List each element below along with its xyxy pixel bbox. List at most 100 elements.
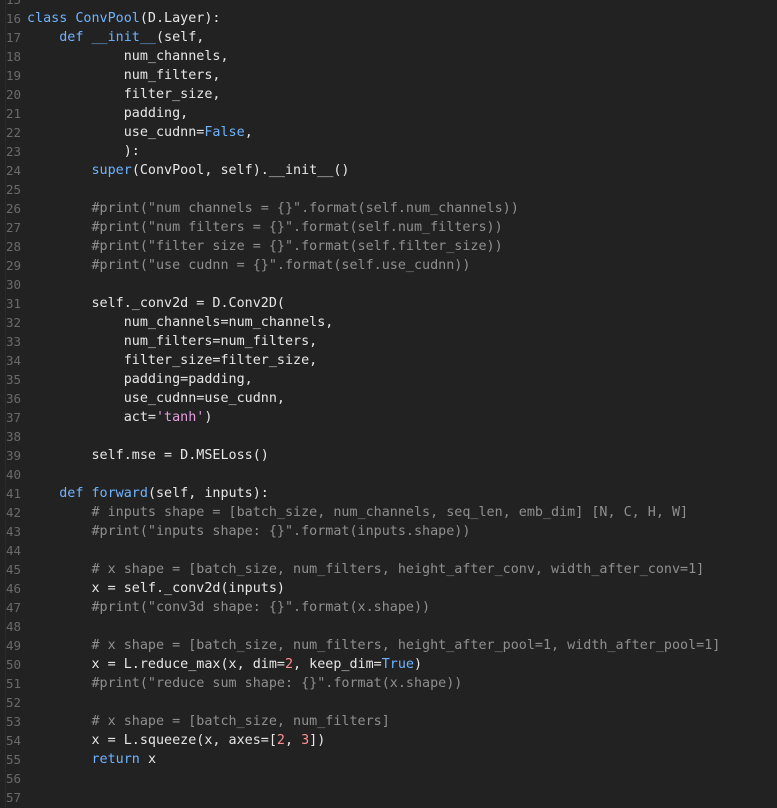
- code-token: __init__: [91, 30, 157, 45]
- code-line[interactable]: 50 x = L.reduce_max(x, dim=2, keep_dim=T…: [0, 655, 777, 674]
- code-token: #print("conv3d shape: {}".format(x.shape…: [27, 600, 431, 615]
- code-token: 2: [284, 657, 294, 672]
- code-line[interactable]: 30: [0, 275, 777, 294]
- code-text: #print("use cudnn = {}".format(self.use_…: [27, 256, 470, 275]
- code-line[interactable]: 35 padding=padding,: [0, 370, 777, 389]
- code-line[interactable]: 17 def __init__(self,: [0, 28, 777, 47]
- code-line[interactable]: 48: [0, 617, 777, 636]
- code-line[interactable]: 47 #print("conv3d shape: {}".format(x.sh…: [0, 598, 777, 617]
- code-line[interactable]: 18 num_channels,: [0, 47, 777, 66]
- code-line[interactable]: 36 use_cudnn=use_cudnn,: [0, 389, 777, 408]
- code-text: #print("reduce sum shape: {}".format(x.s…: [27, 674, 462, 693]
- code-text: # x shape = [batch_size, num_filters, he…: [27, 636, 720, 655]
- code-token: ]): [309, 733, 326, 748]
- code-line[interactable]: 42 # inputs shape = [batch_size, num_cha…: [0, 503, 777, 522]
- code-line[interactable]: 25: [0, 180, 777, 199]
- line-number: 32: [5, 315, 21, 330]
- code-token: #print("num channels = {}".format(self.n…: [27, 201, 519, 216]
- code-line[interactable]: 27 #print("num filters = {}".format(self…: [0, 218, 777, 237]
- code-text: super(ConvPool, self).__init__(): [27, 161, 350, 180]
- code-line[interactable]: 51 #print("reduce sum shape: {}".format(…: [0, 674, 777, 693]
- line-number: 20: [5, 87, 21, 102]
- code-token: (ConvPool, self).__init__(): [131, 163, 350, 178]
- code-line[interactable]: 40: [0, 465, 777, 484]
- code-line[interactable]: 32 num_channels=num_channels,: [0, 313, 777, 332]
- code-text: #print("conv3d shape: {}".format(x.shape…: [27, 598, 430, 617]
- line-number: 38: [5, 429, 21, 444]
- code-line[interactable]: 23 ):: [0, 142, 777, 161]
- code-line[interactable]: 37 act='tanh'): [0, 408, 777, 427]
- line-number: 34: [5, 353, 21, 368]
- code-line[interactable]: 20 filter_size,: [0, 85, 777, 104]
- code-token: forward: [91, 486, 148, 501]
- code-line[interactable]: 56: [0, 769, 777, 788]
- code-token: padding=padding,: [27, 372, 253, 387]
- line-number: 29: [5, 258, 21, 273]
- code-line[interactable]: 21 padding,: [0, 104, 777, 123]
- code-line[interactable]: 55 return x: [0, 750, 777, 769]
- code-line[interactable]: 19 num_filters,: [0, 66, 777, 85]
- code-token: #print("reduce sum shape: {}".format(x.s…: [27, 676, 463, 691]
- code-line[interactable]: 22 use_cudnn=False,: [0, 123, 777, 142]
- line-number: 21: [5, 106, 21, 121]
- code-line[interactable]: 52: [0, 693, 777, 712]
- code-line[interactable]: 57: [0, 788, 777, 807]
- code-line[interactable]: 54 x = L.squeeze(x, axes=[2, 3]): [0, 731, 777, 750]
- code-token: False: [204, 125, 245, 140]
- code-line[interactable]: 28 #print("filter size = {}".format(self…: [0, 237, 777, 256]
- code-token: ,: [244, 125, 253, 140]
- code-line[interactable]: 16 class ConvPool(D.Layer):: [0, 9, 777, 28]
- code-token: #print("inputs shape: {}".format(inputs.…: [27, 524, 471, 539]
- line-number: 57: [5, 790, 21, 805]
- code-token: super: [91, 163, 132, 178]
- code-line[interactable]: 53 # x shape = [batch_size, num_filters]: [0, 712, 777, 731]
- code-line[interactable]: 24 super(ConvPool, self).__init__(): [0, 161, 777, 180]
- line-number: 30: [5, 277, 21, 292]
- code-line[interactable]: 15: [0, 0, 777, 9]
- line-number: 51: [5, 676, 21, 691]
- line-number: 16: [5, 11, 21, 26]
- code-line[interactable]: 38: [0, 427, 777, 446]
- code-text: act='tanh'): [27, 408, 213, 427]
- code-line[interactable]: 46 x = self._conv2d(inputs): [0, 579, 777, 598]
- code-editor[interactable]: 1516class ConvPool(D.Layer):17 def __ini…: [0, 0, 777, 808]
- code-line[interactable]: 45 # x shape = [batch_size, num_filters,…: [0, 560, 777, 579]
- code-text: #print("inputs shape: {}".format(inputs.…: [27, 522, 470, 541]
- line-number: 41: [5, 486, 21, 501]
- code-text: # inputs shape = [batch_size, num_channe…: [27, 503, 688, 522]
- code-line[interactable]: 49 # x shape = [batch_size, num_filters,…: [0, 636, 777, 655]
- code-line[interactable]: 44: [0, 541, 777, 560]
- code-token: self._conv2d = D.Conv2D(: [27, 296, 285, 311]
- code-text: class ConvPool(D.Layer):: [27, 9, 221, 28]
- code-line[interactable]: 31 self._conv2d = D.Conv2D(: [0, 294, 777, 313]
- line-number: 22: [5, 125, 21, 140]
- line-number: 49: [5, 638, 21, 653]
- code-token: x = self._conv2d(inputs): [27, 581, 285, 596]
- code-line[interactable]: 33 num_filters=num_filters,: [0, 332, 777, 351]
- code-line[interactable]: 29 #print("use cudnn = {}".format(self.u…: [0, 256, 777, 275]
- code-text: # x shape = [batch_size, num_filters]: [27, 712, 389, 731]
- line-number: 40: [5, 467, 21, 482]
- code-line[interactable]: 34 filter_size=filter_size,: [0, 351, 777, 370]
- code-token: num_filters=num_filters,: [27, 334, 318, 349]
- line-number: 44: [5, 543, 21, 558]
- code-token: return: [91, 752, 148, 767]
- code-token: #print("use cudnn = {}".format(self.use_…: [27, 258, 471, 273]
- code-text: use_cudnn=use_cudnn,: [27, 389, 285, 408]
- line-number: 48: [5, 619, 21, 634]
- line-number: 45: [5, 562, 21, 577]
- code-line[interactable]: 26 #print("num channels = {}".format(sel…: [0, 199, 777, 218]
- code-token: def: [59, 486, 92, 501]
- line-number: 17: [5, 30, 21, 45]
- code-line[interactable]: 39 self.mse = D.MSELoss(): [0, 446, 777, 465]
- code-text: x = self._conv2d(inputs): [27, 579, 285, 598]
- code-line[interactable]: 43 #print("inputs shape: {}".format(inpu…: [0, 522, 777, 541]
- code-token: num_channels,: [27, 49, 229, 64]
- code-text: ):: [27, 142, 140, 161]
- code-token: # x shape = [batch_size, num_filters, he…: [27, 638, 721, 653]
- line-number: 54: [5, 733, 21, 748]
- code-line[interactable]: 41 def forward(self, inputs):: [0, 484, 777, 503]
- code-token: (D.Layer):: [139, 11, 221, 26]
